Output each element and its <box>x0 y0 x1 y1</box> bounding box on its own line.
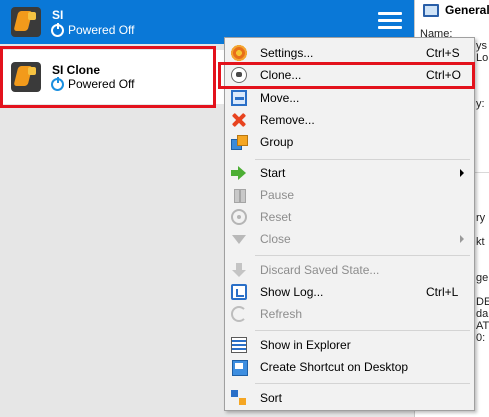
annotation-box-vm-row <box>0 46 216 108</box>
menu-item-sort[interactable]: Sort <box>226 387 473 409</box>
menu-item-label: Discard Saved State... <box>260 263 380 277</box>
vm-os-logo-icon <box>11 7 41 37</box>
menu-item-label: Move... <box>260 91 300 105</box>
menu-item-group[interactable]: Group <box>226 131 473 153</box>
menu-item-refresh[interactable]: Refresh <box>226 303 473 325</box>
reset-icon <box>231 209 247 225</box>
menu-item-close[interactable]: Close <box>226 228 473 250</box>
group-icon <box>231 134 248 150</box>
menu-separator <box>255 383 470 384</box>
vm-context-menu: Settings... Ctrl+S Clone... Ctrl+O Move.… <box>224 37 475 411</box>
discard-icon <box>231 262 247 278</box>
menu-item-show-in-explorer[interactable]: Show in Explorer <box>226 334 473 356</box>
details-fragment: Lo <box>476 52 489 64</box>
menu-item-pause[interactable]: Pause <box>226 184 473 206</box>
details-fragment: DE <box>476 296 489 308</box>
menu-item-label: Refresh <box>260 307 303 321</box>
menu-item-label: Create Shortcut on Desktop <box>260 360 409 374</box>
settings-icon <box>231 45 247 61</box>
details-header: General <box>423 3 489 17</box>
menu-item-shortcut: Ctrl+S <box>426 46 460 60</box>
menu-item-show-log[interactable]: Show Log... Ctrl+L <box>226 281 473 303</box>
menu-item-label: Close <box>260 232 291 246</box>
menu-item-label: Settings... <box>260 46 314 60</box>
details-fragment: ry <box>476 212 486 224</box>
sort-icon <box>231 390 247 406</box>
menu-item-label: Pause <box>260 188 295 202</box>
details-fragment: ge <box>476 272 489 284</box>
menu-item-discard-saved-state[interactable]: Discard Saved State... <box>226 259 473 281</box>
details-fragment: AT <box>476 320 489 332</box>
vm-name: SI <box>52 8 64 22</box>
menu-item-label: Show Log... <box>260 285 324 299</box>
explorer-icon <box>231 337 247 353</box>
menu-separator <box>255 255 470 256</box>
submenu-arrow-icon <box>460 169 464 177</box>
shortcut-icon <box>231 359 248 376</box>
details-fragment: kt <box>476 236 485 248</box>
pause-icon <box>231 187 247 203</box>
log-icon <box>231 284 247 300</box>
details-fragment: y: <box>476 98 485 110</box>
start-icon <box>231 165 247 181</box>
menu-separator <box>255 159 470 160</box>
menu-item-label: Remove... <box>260 113 315 127</box>
menu-item-settings[interactable]: Settings... Ctrl+S <box>226 42 473 64</box>
menu-item-reset[interactable]: Reset <box>226 206 473 228</box>
details-fragment: ys <box>476 40 487 52</box>
menu-item-label: Start <box>260 166 286 180</box>
menu-item-label: Show in Explorer <box>260 338 351 352</box>
menu-item-move[interactable]: Move... <box>226 87 473 109</box>
remove-icon <box>231 112 247 128</box>
menu-item-label: Group <box>260 135 294 149</box>
power-off-icon <box>51 22 64 37</box>
vm-state: Powered Off <box>51 22 135 37</box>
details-fragment: da <box>476 308 489 320</box>
vm-tools-menu-icon[interactable] <box>378 10 402 32</box>
move-icon <box>231 90 247 106</box>
refresh-icon <box>231 306 247 322</box>
vm-state-label: Powered Off <box>68 23 135 37</box>
close-icon <box>231 231 247 247</box>
menu-item-remove[interactable]: Remove... <box>226 109 473 131</box>
menu-item-label: Reset <box>260 210 292 224</box>
annotation-box-clone-item <box>218 62 475 89</box>
details-fragment: 0: <box>476 332 486 344</box>
menu-item-label: Sort <box>260 391 283 405</box>
menu-item-create-shortcut[interactable]: Create Shortcut on Desktop <box>226 356 473 378</box>
monitor-icon <box>423 3 439 17</box>
menu-item-shortcut: Ctrl+L <box>426 285 459 299</box>
details-header-title: General <box>445 3 489 17</box>
menu-item-start[interactable]: Start <box>226 162 473 184</box>
menu-separator <box>255 330 470 331</box>
submenu-arrow-icon <box>460 235 464 243</box>
